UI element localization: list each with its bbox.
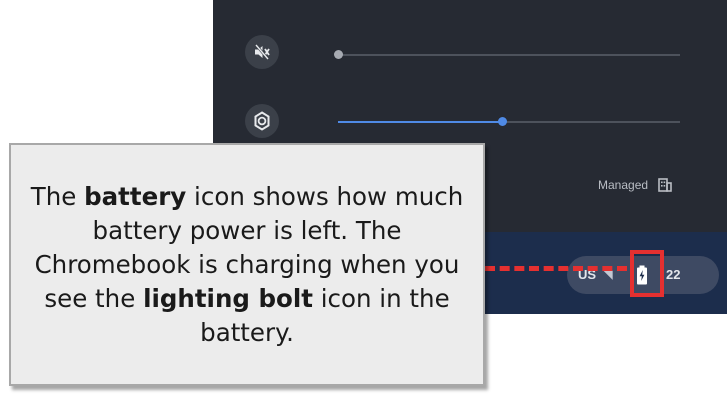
clock-time[interactable]: 22 xyxy=(666,267,680,282)
callout-text-part: The xyxy=(30,181,85,211)
brightness-button[interactable] xyxy=(245,104,279,138)
volume-slider[interactable] xyxy=(334,50,680,59)
callout-text: The battery icon shows how much battery … xyxy=(11,180,483,350)
callout-bold-lighting-bolt: lighting bolt xyxy=(143,283,313,313)
volume-mute-button[interactable] xyxy=(245,35,279,69)
brightness-slider[interactable] xyxy=(338,117,680,126)
volume-muted-icon xyxy=(255,44,270,60)
battery-highlight-box xyxy=(630,250,664,297)
pointer-dashed-line xyxy=(485,266,627,271)
managed-indicator[interactable]: Managed xyxy=(598,178,672,192)
managed-building-icon xyxy=(658,178,672,192)
managed-label: Managed xyxy=(598,178,649,192)
brightness-icon xyxy=(254,111,270,131)
shelf: US ◥ 22 xyxy=(477,232,727,314)
callout-box: The battery icon shows how much battery … xyxy=(9,143,485,386)
brightness-slider-thumb[interactable] xyxy=(498,117,508,126)
brightness-slider-fill xyxy=(338,121,503,123)
volume-slider-thumb[interactable] xyxy=(334,50,343,59)
callout-bold-battery: battery xyxy=(84,181,187,211)
